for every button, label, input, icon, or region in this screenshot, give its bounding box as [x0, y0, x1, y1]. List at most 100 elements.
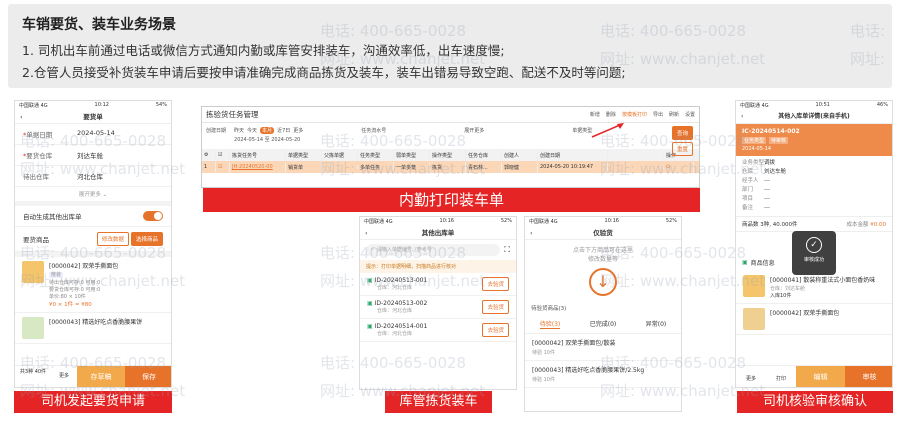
- doc-warehouse: 仓库：河北仓库: [377, 285, 413, 291]
- field-label: 经手人: [742, 178, 759, 184]
- cost-label: 成本金额: [846, 222, 869, 228]
- search-placeholder: 请输入单据编号、参考号: [376, 247, 432, 253]
- more-button[interactable]: 更多: [51, 366, 77, 387]
- tip-banner: 提示：打印单据明细，扫描商品进行核对: [360, 260, 516, 273]
- inspect-button[interactable]: 去验货: [482, 277, 509, 291]
- field-value: ---: [764, 187, 770, 193]
- task-no-label: 任务流水号: [361, 128, 387, 134]
- edit-button[interactable]: 编辑: [796, 366, 845, 387]
- product-image: [743, 275, 765, 297]
- item-stock-line: 待出仓库可存:0 可用:0: [49, 280, 101, 286]
- filter-tab-month[interactable]: 本月: [260, 127, 275, 134]
- doc-date: 2024-05-14: [742, 146, 772, 152]
- reset-button[interactable]: 重置: [671, 142, 693, 156]
- toolbar-export-button[interactable]: 导出: [653, 111, 663, 118]
- window-title: 拣验货任务管理: [206, 110, 259, 119]
- toolbar-settings-button[interactable]: 设置: [685, 111, 695, 118]
- col-index: ⚙: [202, 150, 216, 160]
- column-header: 父拣单据: [322, 149, 358, 161]
- inspect-button[interactable]: 去验货: [482, 300, 509, 314]
- edit-data-button[interactable]: 修改数据: [96, 232, 129, 246]
- header-line-2: 2.仓管人员接受补货装车申请后要按申请准确完成商品拣货及装车，装车出错易导致空跑…: [22, 65, 626, 80]
- select-goods-button[interactable]: 选择商品: [130, 232, 163, 246]
- toolbar-delete-button[interactable]: 删除: [606, 111, 616, 118]
- list-item[interactable]: ▣ ID-20240513-001 仓库：河北仓库 去验货: [360, 273, 516, 296]
- filter-tab-7days[interactable]: 近7日: [277, 127, 290, 134]
- column-header: 拣货任务号: [230, 149, 286, 161]
- column-header: 任务仓库: [466, 149, 502, 161]
- goods-summary: 商品数 3种, 40.000件: [742, 222, 798, 228]
- column-header: [608, 153, 664, 157]
- table-cell: 2024-05-20 10:19:47: [538, 162, 608, 172]
- review-button[interactable]: 审核: [845, 366, 892, 387]
- more-button[interactable]: 更多: [736, 366, 766, 387]
- field-value: 刘达车舱: [77, 152, 103, 160]
- item-name: [0000042] 双荣手撕面包: [49, 263, 119, 270]
- item-qty: 待验 10件: [532, 377, 555, 383]
- expand-more-link[interactable]: 展开更多: [464, 127, 484, 134]
- caption-picking: 库管拣货装车: [385, 391, 492, 413]
- search-input[interactable]: ⌕ 请输入单据编号、参考号: [366, 244, 501, 256]
- row-checkbox[interactable]: ☑: [216, 162, 230, 172]
- table-cell: [322, 165, 358, 169]
- toolbar-print-button[interactable]: 按模板打印: [622, 111, 647, 118]
- tab-pending[interactable]: 待验(3): [539, 319, 561, 329]
- list-item[interactable]: ▣ ID-20240514-001 仓库：河北仓库 去验货: [360, 319, 516, 342]
- battery-text: 52%: [665, 218, 677, 224]
- scan-icon[interactable]: ⛶: [504, 245, 510, 255]
- filter-tab-more[interactable]: 更多: [293, 127, 303, 134]
- table-row[interactable]: 1 ☑ JH-20240520-00 销货单 多单任务 一单多笼 拣货 青石林.…: [202, 161, 699, 173]
- print-button[interactable]: 打印: [766, 366, 796, 387]
- back-icon[interactable]: ‹: [20, 110, 23, 124]
- list-item[interactable]: [0000041] 散装称重法式小面包香奶味 仓库：刘达车舱 入库10件: [736, 271, 892, 304]
- query-button[interactable]: 查询: [671, 126, 693, 140]
- form-row-date[interactable]: *单据日期 2024-05-14: [15, 124, 171, 145]
- filter-tab-yesterday[interactable]: 昨天: [234, 127, 244, 134]
- form-row-warehouse[interactable]: *要货仓库 刘达车舱: [15, 145, 171, 166]
- carrier-text: 中国联通 4G: [19, 103, 48, 109]
- item-name: [0000042] 双荣手撕面包: [770, 310, 840, 317]
- expand-more-link[interactable]: 展开更多 ⌄: [15, 187, 171, 201]
- toolbar-refresh-button[interactable]: 刷新: [669, 111, 679, 118]
- field-value: 2024-05-14: [77, 129, 115, 137]
- section-title: 商品信息: [750, 260, 775, 267]
- save-button[interactable]: 保存: [125, 366, 171, 387]
- doc-tag: 业务类型: [742, 137, 767, 144]
- nav-bar: ‹ 要货单: [15, 110, 171, 124]
- list-item[interactable]: [0000043] 精选好吃点香脆腰果饼/2.5kg 待验 10件: [525, 361, 681, 388]
- back-icon[interactable]: ‹: [530, 226, 533, 240]
- table-cell[interactable]: JH-20240520-00: [230, 162, 286, 172]
- field-label: 单据日期: [26, 131, 53, 139]
- list-item[interactable]: [0000042] 双荣手撕面包: [736, 304, 892, 335]
- toggle-switch[interactable]: [143, 211, 163, 221]
- tab-exception[interactable]: 异常(0): [646, 319, 667, 329]
- header-title: 车销要货、装车业务场景: [22, 17, 176, 33]
- filter-tab-today[interactable]: 今天: [247, 127, 257, 134]
- list-item[interactable]: ▣ ID-20240513-002 仓库：河北仓库 去验货: [360, 296, 516, 319]
- field-label: 仓库: [742, 169, 754, 175]
- filter-date-range[interactable]: 2024-05-14 至 2024-05-20: [234, 136, 303, 143]
- item-name: [0000042] 双荣手撕面包/散装: [532, 340, 616, 347]
- doc-warehouse: 仓库：河北仓库: [377, 331, 413, 337]
- save-draft-button[interactable]: 存草稿: [77, 366, 125, 387]
- table-cell: 销货单: [286, 161, 322, 173]
- col-check[interactable]: ☑: [216, 150, 230, 160]
- list-item[interactable]: [0000042] 双荣手撕面包/散装 待验 10件: [525, 334, 681, 361]
- arrow-down-circle-icon[interactable]: ↓: [589, 268, 617, 296]
- back-icon[interactable]: ‹: [365, 226, 368, 240]
- header-line-1: 1. 司机出车前通过电话或微信方式通知内勤或库管安排装车，沟通效率低，出车速度慢…: [22, 43, 505, 58]
- list-item[interactable]: [0000043] 精选好吃点香脆腰果饼: [15, 313, 171, 344]
- field-label: 要货仓库: [26, 152, 53, 160]
- doc-icon: ▣: [367, 277, 373, 284]
- clock-text: 10:51: [815, 102, 830, 108]
- back-icon[interactable]: ‹: [741, 110, 743, 124]
- auto-generate-row: 自动生成其他出库单: [15, 206, 171, 227]
- list-item[interactable]: [0000042] 双荣手撕面包 散装 待出仓库可存:0 可用:0 要货仓库可存…: [15, 257, 171, 313]
- expand-label: 展开更多: [78, 192, 101, 198]
- tab-completed[interactable]: 已完成(0): [590, 319, 617, 329]
- inspect-button[interactable]: 去验货: [482, 323, 509, 337]
- form-row-out-warehouse[interactable]: 待出仓库 河北仓库: [15, 166, 171, 187]
- toolbar-add-button[interactable]: 新增: [590, 111, 600, 118]
- column-header: 任务类型: [358, 149, 394, 161]
- row-action-icon[interactable]: ⊙: [664, 162, 694, 172]
